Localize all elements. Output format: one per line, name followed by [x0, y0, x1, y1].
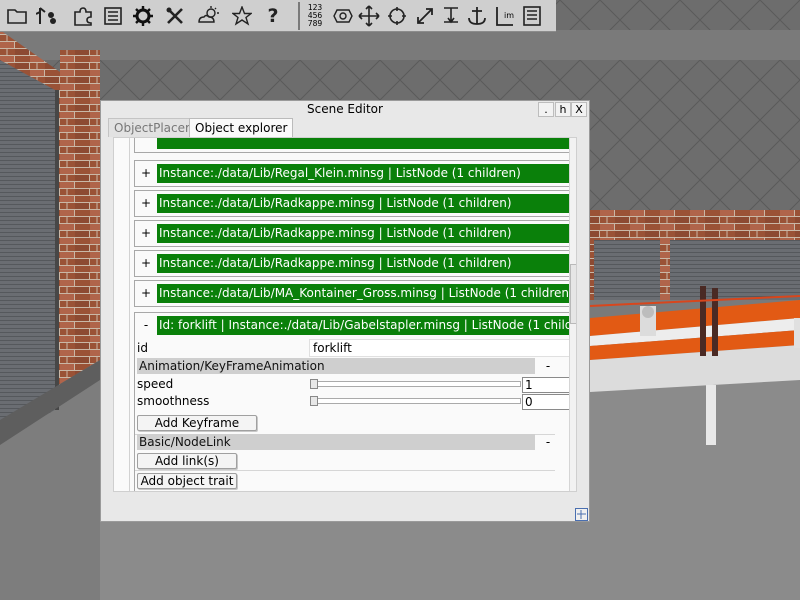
list-icon[interactable] — [100, 3, 126, 29]
anchor-icon[interactable] — [464, 3, 490, 29]
speed-slider-knob[interactable] — [310, 379, 318, 389]
puzzle-icon[interactable] — [70, 3, 96, 29]
tree-node-label: Instance:./data/Lib/MA_Kontainer_Gross.m… — [157, 284, 572, 303]
section-nodelink[interactable]: Basic/NodeLink — [137, 434, 535, 450]
smoothness-value-field[interactable]: 0 — [522, 394, 570, 410]
im-icon[interactable]: im — [492, 3, 518, 29]
scale-icon[interactable] — [412, 3, 438, 29]
help-icon[interactable]: ? — [260, 3, 286, 29]
window-title[interactable]: Scene Editor — [101, 101, 589, 118]
expand-toggle[interactable]: + — [135, 161, 157, 186]
tab-object-explorer[interactable]: Object explorer — [189, 118, 294, 137]
ground-icon[interactable] — [438, 3, 464, 29]
scrollbar-thumb[interactable] — [570, 264, 576, 324]
add-keyframe-button[interactable]: Add Keyframe — [137, 415, 257, 431]
main-toolbar: ? 123 456 789 im — [0, 0, 556, 32]
smoothness-slider-knob[interactable] — [310, 396, 318, 406]
expand-toggle[interactable]: + — [135, 251, 157, 276]
tools-icon[interactable] — [162, 3, 188, 29]
id-label: id — [137, 341, 148, 355]
tree-node-expanded-forklift: - Id: forklift | Instance:./data/Lib/Gab… — [134, 312, 575, 491]
section-keyframe-animation[interactable]: Animation/KeyFrameAnimation — [137, 358, 535, 374]
speed-value-field[interactable]: 1 — [522, 377, 570, 393]
tree-node[interactable]: + Instance:./data/Lib/MA_Kontainer_Gross… — [134, 280, 575, 307]
add-object-trait-button[interactable]: Add object trait — [137, 473, 237, 489]
resize-grip-icon[interactable] — [575, 508, 588, 521]
expand-toggle[interactable]: + — [135, 221, 157, 246]
tree-node-label: Instance:./data/Lib/Radkappe.minsg | Lis… — [157, 254, 572, 273]
move-icon[interactable] — [356, 3, 382, 29]
toolbar-divider — [298, 2, 300, 30]
transform-icon[interactable] — [330, 3, 356, 29]
section-collapse-button[interactable]: - — [541, 358, 555, 374]
section-collapse-button[interactable]: - — [541, 434, 555, 450]
scene-editor-window: Scene Editor . h X ObjectPlacer Object e… — [100, 100, 590, 522]
tree-node-partial[interactable] — [134, 138, 575, 153]
im-text: im — [504, 11, 515, 20]
divider — [135, 470, 555, 471]
tree-indent-rail — [114, 138, 130, 491]
vertical-scrollbar[interactable] — [569, 138, 576, 491]
speed-slider[interactable] — [310, 379, 521, 389]
weather-icon[interactable] — [195, 3, 221, 29]
smoothness-slider[interactable] — [310, 396, 521, 406]
tree-node[interactable]: + Instance:./data/Lib/Radkappe.minsg | L… — [134, 250, 575, 277]
collapse-toggle[interactable]: - — [135, 313, 157, 338]
help-glyph: ? — [267, 5, 279, 27]
id-field[interactable]: forklift — [309, 339, 571, 357]
tree-node-label — [157, 138, 572, 149]
speed-label: speed — [137, 377, 174, 391]
tab-objectplacer[interactable]: ObjectPlacer — [108, 118, 196, 137]
expand-toggle[interactable]: + — [135, 191, 157, 216]
tree-node[interactable]: + Instance:./data/Lib/Regal_Klein.minsg … — [134, 160, 575, 187]
tree-node-label: Instance:./data/Lib/Radkappe.minsg | Lis… — [157, 194, 572, 213]
folder-icon[interactable] — [4, 3, 30, 29]
gear-icon[interactable] — [130, 3, 156, 29]
tree-icon[interactable] — [34, 3, 60, 29]
expand-toggle[interactable]: + — [135, 281, 157, 306]
numbers-grid-icon[interactable]: 123 456 789 — [302, 3, 328, 29]
star-icon[interactable] — [229, 3, 255, 29]
tree-node-label: Instance:./data/Lib/Regal_Klein.minsg | … — [157, 164, 572, 183]
object-explorer-panel[interactable]: + Instance:./data/Lib/Regal_Klein.minsg … — [113, 137, 577, 492]
rotate-icon[interactable] — [384, 3, 410, 29]
document-icon[interactable] — [519, 3, 545, 29]
window-dot-button[interactable]: . — [538, 102, 554, 117]
smoothness-label: smoothness — [137, 394, 210, 408]
add-links-button[interactable]: Add link(s) — [137, 453, 237, 469]
tree-node[interactable]: + Instance:./data/Lib/Radkappe.minsg | L… — [134, 190, 575, 217]
tree-node[interactable]: + Instance:./data/Lib/Radkappe.minsg | L… — [134, 220, 575, 247]
tree-node-label: Instance:./data/Lib/Radkappe.minsg | Lis… — [157, 224, 572, 243]
tree-node-label: Id: forklift | Instance:./data/Lib/Gabel… — [157, 316, 572, 335]
window-close-button[interactable]: X — [571, 102, 587, 117]
window-hide-button[interactable]: h — [555, 102, 571, 117]
numbers-row-3: 789 — [307, 19, 323, 28]
